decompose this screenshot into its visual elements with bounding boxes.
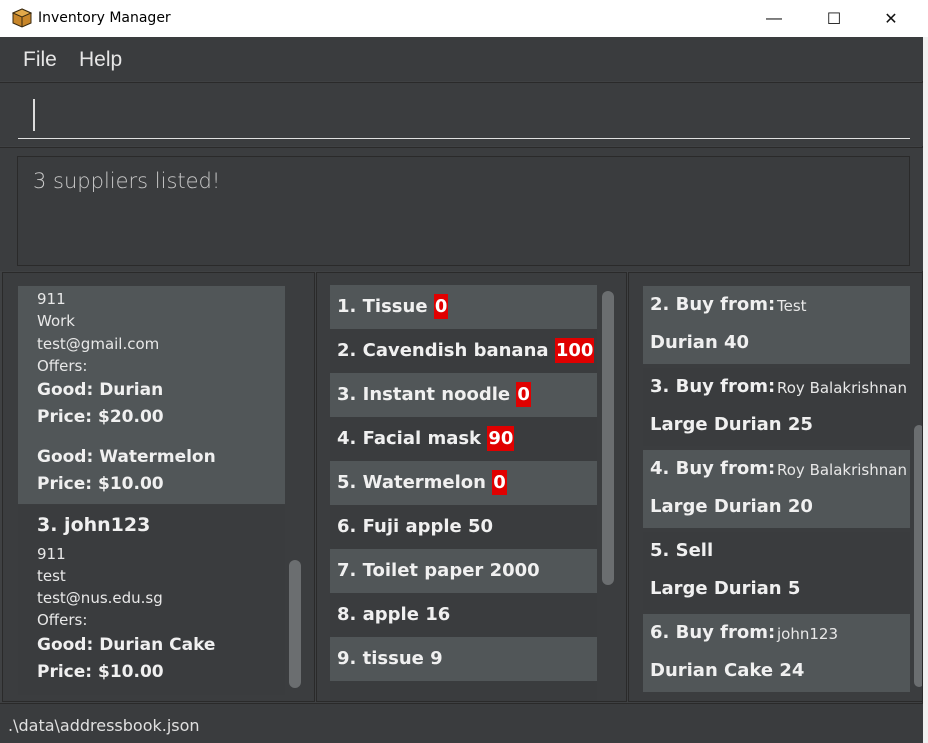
goods-qty: 50 — [468, 516, 494, 537]
transaction-supplier: Roy Balakrishnan — [777, 461, 907, 479]
offers-label: Offers: — [37, 611, 88, 629]
transaction-detail: Large Durian 25 — [650, 414, 813, 435]
goods-label: 8. apple — [337, 604, 419, 625]
result-display: 3 suppliers listed! — [17, 156, 910, 266]
goods-row[interactable]: 6. Fuji apple 50 — [330, 505, 597, 549]
supplier-tag: test — [37, 567, 66, 585]
low-stock-badge: 100 — [554, 338, 595, 363]
goods-qty: 2000 — [489, 560, 540, 581]
save-location: .\data\addressbook.json — [8, 716, 200, 735]
close-button[interactable]: ✕ — [868, 0, 914, 37]
low-stock-badge: 0 — [516, 382, 531, 407]
window-edge — [923, 37, 928, 743]
offer-good: Good: Durian Cake — [37, 635, 216, 655]
menu-file[interactable]: File — [23, 48, 57, 72]
transaction-header: 2. Buy from: — [650, 294, 776, 315]
goods-qty: 16 — [425, 604, 451, 625]
title-bar: Inventory Manager — ☐ ✕ — [0, 0, 928, 37]
transaction-header: 5. Sell — [650, 540, 714, 561]
goods-label: 6. Fuji apple — [337, 516, 462, 537]
close-icon: ✕ — [884, 10, 898, 28]
command-input[interactable] — [18, 91, 910, 139]
maximize-icon: ☐ — [826, 10, 842, 28]
menu-bar: File Help — [0, 37, 923, 81]
supplier-email: test@nus.edu.sg — [37, 589, 163, 607]
supplier-phone: 911 — [37, 290, 66, 308]
command-box — [0, 82, 923, 146]
goods-label: 3. Instant noodle — [337, 384, 511, 405]
supplier-phone: 911 — [37, 545, 66, 563]
transaction-header: 6. Buy from: — [650, 622, 776, 643]
transaction-detail: Large Durian 5 — [650, 578, 801, 599]
transaction-header: 3. Buy from: — [650, 376, 776, 397]
box-icon — [12, 8, 32, 28]
transaction-card[interactable]: 2. Buy from: Test Durian 40 — [643, 286, 910, 364]
offer-price: Price: $10.00 — [37, 474, 164, 494]
main-window: File Help 3 suppliers listed! 911 Work t… — [0, 37, 923, 743]
maximize-button[interactable]: ☐ — [811, 0, 857, 37]
goods-row[interactable]: 4. Facial mask 90 — [330, 417, 597, 461]
offer-good: Good: Durian — [37, 380, 164, 400]
goods-row[interactable]: 5. Watermelon 0 — [330, 461, 597, 505]
goods-scrollbar[interactable] — [602, 291, 614, 585]
transaction-supplier: john123 — [777, 625, 838, 643]
offers-label: Offers: — [37, 357, 88, 375]
goods-label: 5. Watermelon — [337, 472, 486, 493]
result-message: 3 suppliers listed! — [33, 169, 221, 193]
transaction-card[interactable]: 5. Sell Large Durian 5 — [643, 532, 910, 610]
goods-row[interactable]: 3. Instant noodle 0 — [330, 373, 597, 417]
goods-row[interactable]: 2. Cavendish banana 100 — [330, 329, 597, 373]
offer-good: Good: Watermelon — [37, 447, 216, 467]
goods-label: 9. tissue — [337, 648, 424, 669]
goods-row[interactable]: 8. apple 16 — [330, 593, 597, 637]
supplier-list-panel: 911 Work test@gmail.com Offers: Good: Du… — [2, 272, 315, 702]
supplier-card[interactable]: 3. john123 911 test test@nus.edu.sg Offe… — [18, 505, 285, 695]
transaction-supplier: Roy Balakrishnan — [777, 379, 907, 397]
goods-qty: 9 — [430, 648, 443, 669]
minimize-icon: — — [766, 9, 782, 27]
goods-label: 4. Facial mask — [337, 428, 482, 449]
transaction-header: 4. Buy from: — [650, 458, 776, 479]
low-stock-badge: 0 — [492, 470, 507, 495]
supplier-email: test@gmail.com — [37, 335, 160, 353]
transaction-card[interactable]: 6. Buy from: john123 Durian Cake 24 — [643, 614, 910, 692]
goods-row[interactable]: 7. Toilet paper 2000 — [330, 549, 597, 593]
supplier-tag: Work — [37, 312, 75, 330]
goods-label: 7. Toilet paper — [337, 560, 484, 581]
status-bar: .\data\addressbook.json — [0, 703, 923, 743]
supplier-scrollbar[interactable] — [289, 560, 301, 688]
goods-label: 1. Tissue — [337, 296, 428, 317]
supplier-card[interactable]: 911 Work test@gmail.com Offers: Good: Du… — [18, 286, 285, 504]
transaction-detail: Durian 40 — [650, 332, 750, 353]
supplier-name: 3. john123 — [37, 514, 151, 536]
goods-label: 2. Cavendish banana — [337, 340, 549, 361]
goods-row[interactable]: 9. tissue 9 — [330, 637, 597, 681]
result-panel: 3 suppliers listed! — [0, 147, 923, 271]
goods-row[interactable] — [330, 681, 597, 701]
offer-price: Price: $10.00 — [37, 662, 164, 682]
window-title: Inventory Manager — [38, 10, 171, 26]
transaction-detail: Large Durian 20 — [650, 496, 813, 517]
minimize-button[interactable]: — — [751, 0, 797, 37]
transaction-card[interactable]: 3. Buy from: Roy Balakrishnan Large Duri… — [643, 368, 910, 446]
goods-list-panel: 1. Tissue 0 2. Cavendish banana 100 3. I… — [316, 272, 627, 702]
transaction-list-panel: 2. Buy from: Test Durian 40 3. Buy from:… — [628, 272, 923, 702]
low-stock-badge: 90 — [487, 426, 515, 451]
transaction-scrollbar[interactable] — [914, 425, 922, 687]
offer-price: Price: $20.00 — [37, 407, 164, 427]
transaction-card[interactable]: 4. Buy from: Roy Balakrishnan Large Duri… — [643, 450, 910, 528]
menu-help[interactable]: Help — [79, 48, 122, 72]
text-cursor — [33, 99, 35, 131]
transaction-detail: Durian Cake 24 — [650, 660, 805, 681]
low-stock-badge: 0 — [433, 294, 449, 319]
transaction-supplier: Test — [777, 297, 807, 315]
goods-row[interactable]: 1. Tissue 0 — [330, 285, 597, 329]
